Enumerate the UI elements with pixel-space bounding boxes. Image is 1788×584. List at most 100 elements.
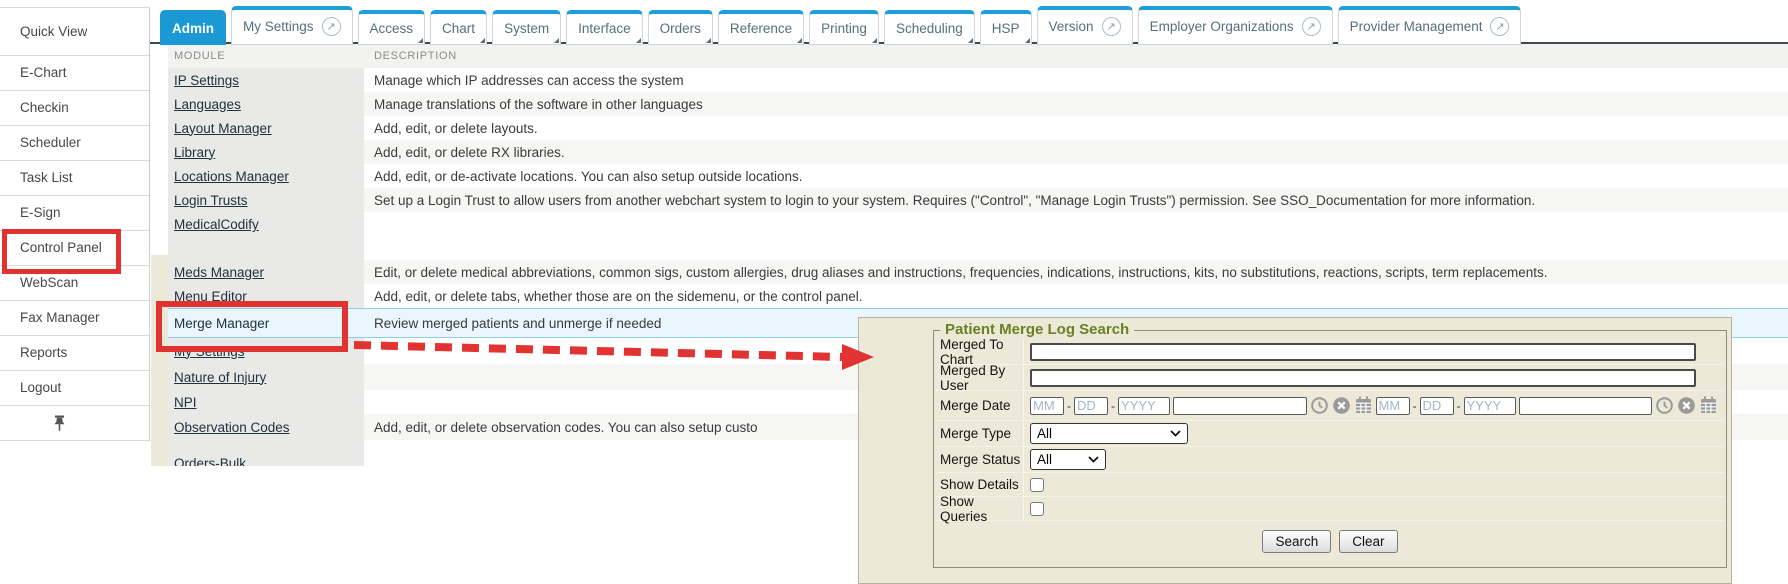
annotation-box-merge-manager (156, 301, 348, 352)
dropdown-indicator-icon (706, 38, 711, 43)
merge-type-select[interactable]: All (1030, 423, 1188, 444)
dropdown-indicator-icon (480, 38, 485, 43)
dropdown-indicator-icon (797, 38, 802, 43)
sidebar-item-e-chart[interactable]: E-Chart (0, 56, 149, 91)
open-in-new-window-icon[interactable]: ↗ (1302, 17, 1321, 36)
search-button[interactable]: Search (1262, 530, 1331, 553)
tab-label: Admin (172, 21, 214, 36)
tab-interface[interactable]: Interface (566, 10, 643, 45)
tab-admin[interactable]: Admin (160, 10, 226, 45)
module-description (364, 212, 1788, 260)
field-label: Show Queries (936, 497, 1024, 520)
sidebar-pin-row (0, 406, 149, 441)
module-link[interactable]: Observation Codes (174, 420, 290, 435)
tab-scheduling[interactable]: Scheduling (884, 10, 975, 45)
clear-date-icon[interactable] (1332, 396, 1351, 415)
dropdown-indicator-icon (872, 38, 877, 43)
tab-label: My Settings (243, 19, 314, 34)
module-description: Add, edit, or delete layouts. (364, 116, 1788, 140)
open-in-new-window-icon[interactable]: ↗ (322, 17, 341, 36)
open-in-new-window-icon[interactable]: ↗ (1102, 17, 1121, 36)
calendar-icon[interactable] (1354, 396, 1373, 415)
sidebar-item-checkin[interactable]: Checkin (0, 91, 149, 126)
selected-value: All (1037, 426, 1052, 441)
annotation-arrow (350, 336, 880, 376)
tab-orders[interactable]: Orders (648, 10, 713, 45)
end-year-input[interactable] (1464, 397, 1516, 415)
module-link[interactable]: Languages (174, 97, 241, 112)
dropdown-indicator-icon (554, 38, 559, 43)
show-queries-checkbox[interactable] (1030, 502, 1044, 516)
start-year-input[interactable] (1118, 397, 1170, 415)
module-description: Manage translations of the software in o… (364, 92, 1788, 116)
dropdown-indicator-icon (418, 38, 423, 43)
chevron-down-icon (1170, 430, 1181, 437)
panel-title: Patient Merge Log Search (940, 321, 1134, 338)
table-row: Locations ManagerAdd, edit, or de-activa… (168, 164, 1788, 188)
merged-by-user-input[interactable] (1030, 369, 1696, 387)
start-month-input[interactable] (1030, 397, 1064, 415)
calendar-icon[interactable] (1699, 396, 1718, 415)
clear-date-icon[interactable] (1677, 396, 1696, 415)
dropdown-indicator-icon (968, 38, 973, 43)
tab-my-settings[interactable]: My Settings ↗ (231, 6, 353, 45)
tab-employer-organizations[interactable]: Employer Organizations↗ (1138, 6, 1333, 45)
chevron-down-icon (1088, 456, 1099, 463)
tab-provider-management[interactable]: Provider Management↗ (1338, 6, 1522, 45)
module-link[interactable]: Orders-Bulk (174, 456, 246, 466)
merge-status-select[interactable]: All (1030, 449, 1106, 470)
sidebar-item-reports[interactable]: Reports (0, 336, 149, 371)
form-row: Merge Type All (936, 421, 1724, 447)
end-month-input[interactable] (1376, 397, 1410, 415)
merged-to-chart-input[interactable] (1030, 343, 1696, 361)
start-time-input[interactable] (1173, 397, 1307, 415)
open-in-new-window-icon[interactable]: ↗ (1490, 17, 1509, 36)
module-description: Add, edit, or delete RX libraries. (364, 140, 1788, 164)
tab-label: Orders (660, 21, 701, 36)
sidebar-item-e-sign[interactable]: E-Sign (0, 196, 149, 231)
table-row: Meds ManagerEdit, or delete medical abbr… (168, 260, 1788, 284)
module-link[interactable]: Login Trusts (174, 193, 248, 208)
table-header: MODULE DESCRIPTION (168, 44, 1788, 68)
tab-access[interactable]: Access (358, 10, 426, 45)
tab-hsp[interactable]: HSP (980, 10, 1032, 45)
selected-value: All (1037, 452, 1052, 467)
end-day-input[interactable] (1420, 397, 1454, 415)
annotation-box-control-panel (2, 229, 121, 274)
tab-printing[interactable]: Printing (809, 10, 879, 45)
form-row: Merged To Chart (936, 339, 1724, 365)
module-link[interactable]: NPI (174, 395, 197, 410)
pushpin-icon[interactable] (50, 414, 69, 433)
clock-icon[interactable] (1655, 396, 1674, 415)
module-link[interactable]: IP Settings (174, 73, 239, 88)
sidebar-item-task-list[interactable]: Task List (0, 161, 149, 196)
sidebar-item-scheduler[interactable]: Scheduler (0, 126, 149, 161)
tab-bar: Admin My Settings ↗ Access Chart System I… (160, 6, 1521, 45)
sidebar-item-logout[interactable]: Logout (0, 371, 149, 406)
tab-chart[interactable]: Chart (430, 10, 487, 45)
module-link[interactable]: Locations Manager (174, 169, 289, 184)
table-row: MedicalCodify (168, 212, 1788, 260)
show-details-checkbox[interactable] (1030, 478, 1044, 492)
clock-icon[interactable] (1310, 396, 1329, 415)
search-fieldset: Patient Merge Log Search Merged To Chart… (933, 330, 1727, 568)
tab-system[interactable]: System (492, 10, 561, 45)
tab-label: Reference (730, 21, 792, 36)
module-link[interactable]: Nature of Injury (174, 370, 266, 385)
start-day-input[interactable] (1074, 397, 1108, 415)
sidebar-item-quick-view[interactable]: Quick View (0, 8, 149, 56)
dropdown-indicator-icon (636, 38, 641, 43)
module-link[interactable]: Library (174, 145, 215, 160)
tab-reference[interactable]: Reference (718, 10, 804, 45)
end-time-input[interactable] (1519, 397, 1653, 415)
tab-version[interactable]: Version↗ (1037, 6, 1133, 45)
tab-label: System (504, 21, 549, 36)
beige-background-strip (151, 255, 168, 466)
clear-button[interactable]: Clear (1339, 530, 1397, 553)
sidebar-item-fax-manager[interactable]: Fax Manager (0, 301, 149, 336)
module-link[interactable]: Meds Manager (174, 265, 264, 280)
form-row: Merged By User (936, 365, 1724, 391)
form-row: Show Queries (936, 497, 1724, 521)
module-link[interactable]: MedicalCodify (174, 217, 259, 232)
module-link[interactable]: Layout Manager (174, 121, 272, 136)
